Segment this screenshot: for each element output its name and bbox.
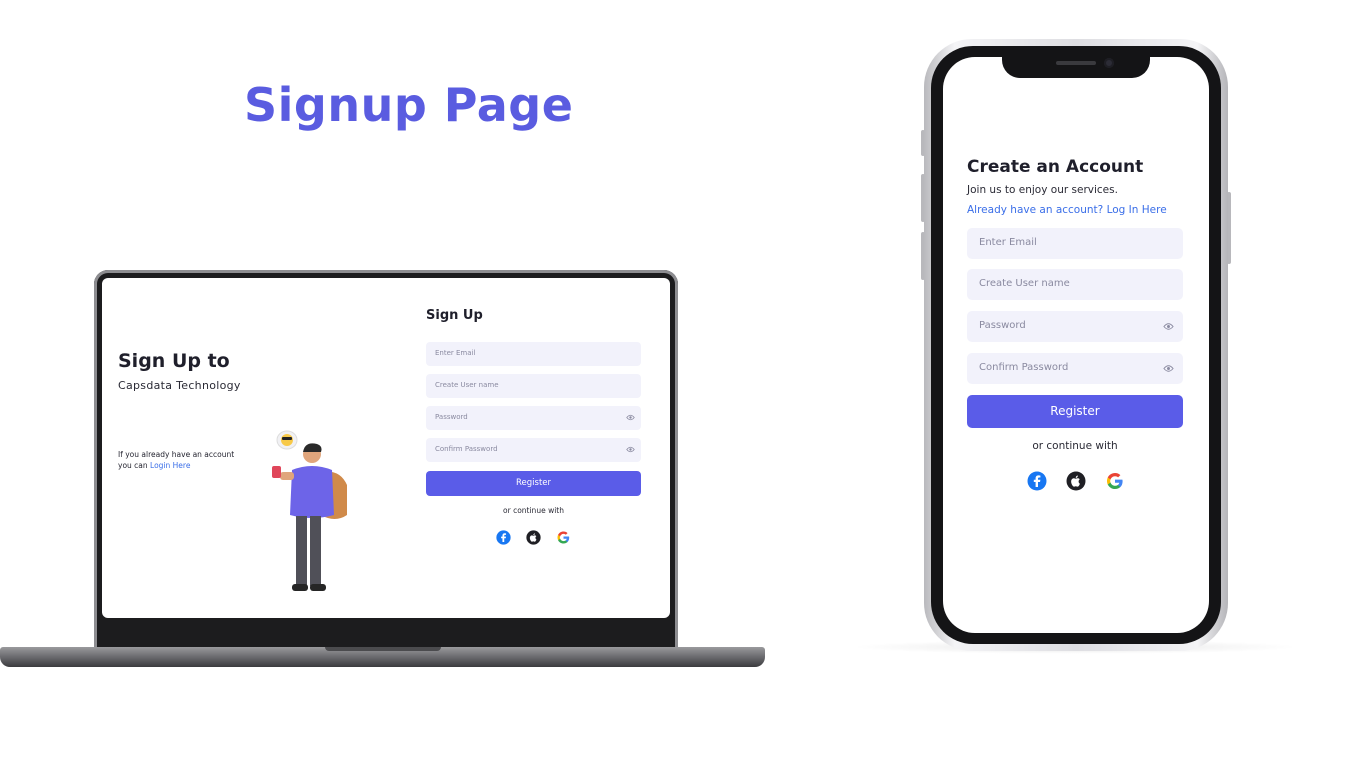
- apple-icon[interactable]: [526, 530, 541, 545]
- mobile-login-link[interactable]: Already have an account? Log In Here: [967, 204, 1167, 216]
- eye-icon[interactable]: [1163, 321, 1174, 332]
- google-icon[interactable]: [556, 530, 571, 545]
- laptop-screen: Sign Up to Capsdata Technology If you al…: [102, 278, 670, 618]
- desktop-continue-text: or continue with: [503, 506, 564, 515]
- mobile-confirm-password-field[interactable]: Confirm Password: [967, 353, 1183, 384]
- mobile-username-field[interactable]: Create User name: [967, 269, 1183, 300]
- phone-screen: Create an Account Join us to enjoy our s…: [943, 57, 1209, 633]
- mobile-subtitle: Join us to enjoy our services.: [967, 184, 1118, 196]
- mobile-password-placeholder: Password: [979, 320, 1026, 331]
- desktop-heading: Sign Up to: [118, 350, 230, 372]
- phone-camera: [1104, 58, 1114, 68]
- mobile-title: Create an Account: [967, 157, 1144, 177]
- google-icon[interactable]: [1105, 471, 1125, 491]
- mobile-continue-text: or continue with: [1032, 440, 1118, 452]
- apple-icon[interactable]: [1066, 471, 1086, 491]
- desktop-password-placeholder: Password: [435, 413, 468, 421]
- desktop-form-title: Sign Up: [426, 308, 483, 323]
- laptop-hinge: [325, 647, 441, 651]
- desktop-login-note: If you already have an account you can L…: [118, 449, 248, 471]
- facebook-icon[interactable]: [496, 530, 511, 545]
- person-illustration: [272, 430, 347, 591]
- desktop-email-field[interactable]: Enter Email: [426, 342, 641, 366]
- desktop-username-placeholder: Create User name: [435, 381, 499, 389]
- mobile-password-field[interactable]: Password: [967, 311, 1183, 342]
- page-title: Signup Page: [244, 78, 574, 132]
- desktop-email-placeholder: Enter Email: [435, 349, 476, 357]
- eye-icon[interactable]: [1163, 363, 1174, 374]
- desktop-password-field[interactable]: Password: [426, 406, 641, 430]
- eye-icon[interactable]: [626, 445, 635, 454]
- desktop-confirm-password-field[interactable]: Confirm Password: [426, 438, 641, 462]
- desktop-subheading: Capsdata Technology: [118, 379, 241, 392]
- mobile-register-button[interactable]: Register: [967, 395, 1183, 428]
- desktop-username-field[interactable]: Create User name: [426, 374, 641, 398]
- mobile-email-placeholder: Enter Email: [979, 237, 1037, 248]
- desktop-confirm-password-placeholder: Confirm Password: [435, 445, 498, 453]
- phone-speaker: [1056, 61, 1096, 65]
- desktop-register-button[interactable]: Register: [426, 471, 641, 496]
- mobile-email-field[interactable]: Enter Email: [967, 228, 1183, 259]
- phone-notch: [1002, 52, 1150, 78]
- facebook-icon[interactable]: [1027, 471, 1047, 491]
- eye-icon[interactable]: [626, 413, 635, 422]
- mobile-confirm-password-placeholder: Confirm Password: [979, 362, 1069, 373]
- desktop-login-link[interactable]: Login Here: [150, 461, 190, 470]
- mobile-username-placeholder: Create User name: [979, 278, 1070, 289]
